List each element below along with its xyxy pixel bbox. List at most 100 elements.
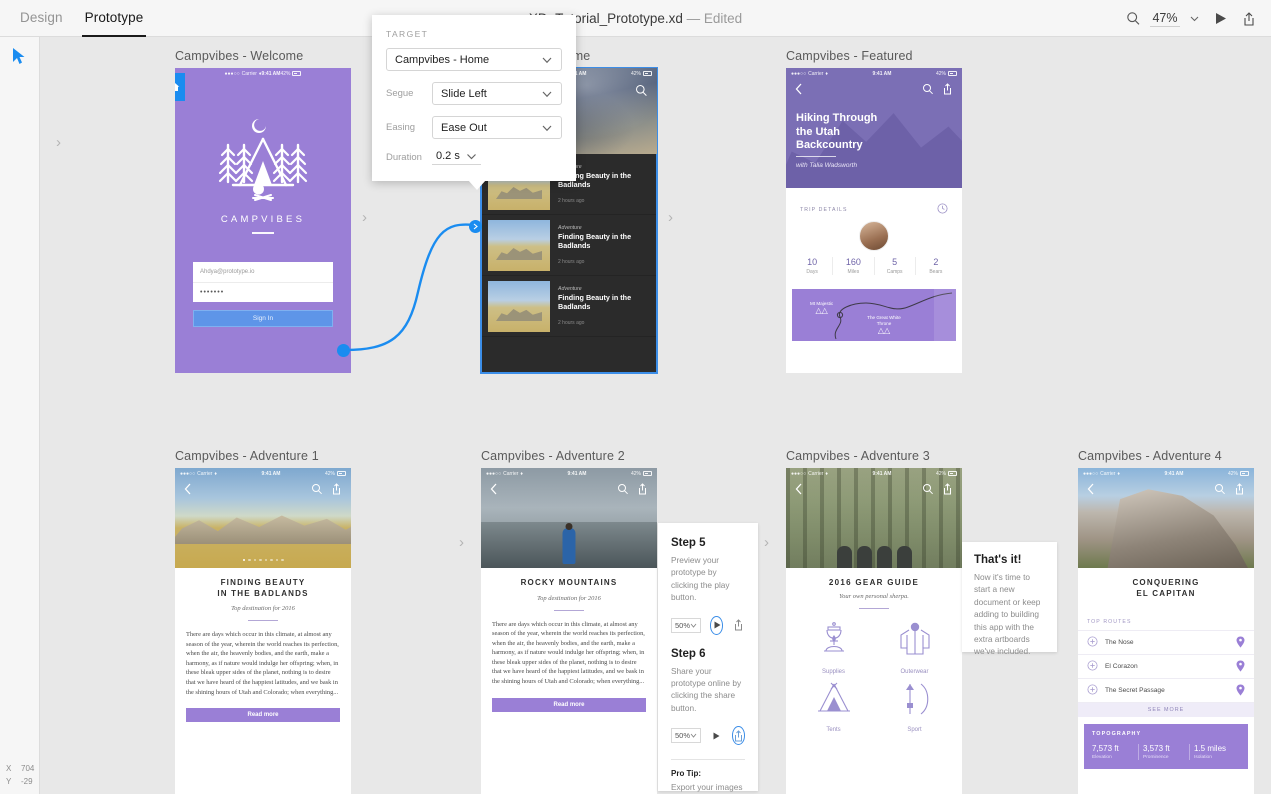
stat-camps: 5 Camps xyxy=(875,257,916,275)
share-icon[interactable] xyxy=(1241,11,1257,27)
chevron-down-icon xyxy=(542,57,552,63)
search-icon[interactable] xyxy=(635,84,648,102)
segue-select[interactable]: Slide Left xyxy=(432,82,562,105)
artboard-adventure-2[interactable]: Campvibes - Adventure 2 ●●●○○ Carrier ♦ … xyxy=(481,449,657,794)
back-chevron-icon[interactable] xyxy=(795,482,803,500)
target-select[interactable]: Campvibes - Home xyxy=(386,48,562,71)
see-more-button[interactable]: SEE MORE xyxy=(1078,702,1254,717)
coordinate-x-label: X xyxy=(6,764,12,773)
artboard-title-welcome[interactable]: Campvibes - Welcome xyxy=(175,49,351,63)
search-icon[interactable] xyxy=(922,82,934,100)
search-icon[interactable] xyxy=(1214,482,1226,500)
gear-item-tents[interactable]: Tents xyxy=(796,681,871,733)
status-battery: 42% xyxy=(631,71,652,77)
signin-button[interactable]: Sign In xyxy=(193,310,333,327)
artboard-title-adventure-3[interactable]: Campvibes - Adventure 3 xyxy=(786,449,962,463)
artboard-title-adventure-2[interactable]: Campvibes - Adventure 2 xyxy=(481,449,657,463)
back-chevron-icon[interactable] xyxy=(490,482,498,500)
search-icon[interactable] xyxy=(922,482,934,500)
share-icon[interactable] xyxy=(942,482,953,500)
tent-icon xyxy=(815,681,853,722)
signin-form[interactable]: Ahdya@prototype.io ••••••• xyxy=(193,262,333,302)
chevron-down-icon[interactable] xyxy=(1189,13,1200,24)
plus-circle-icon[interactable] xyxy=(1087,660,1098,673)
easing-select[interactable]: Ease Out xyxy=(432,116,562,139)
read-more-button[interactable]: Read more xyxy=(186,708,340,723)
play-icon[interactable] xyxy=(1213,11,1228,26)
adventure-1-screen[interactable]: ●●●○○ Carrier ♦ 9:41 AM 42% FINDING BEAU… xyxy=(175,468,351,794)
artboard-featured[interactable]: Campvibes - Featured ●●●○○ Carrier ♦ 9:4… xyxy=(786,49,962,373)
search-icon[interactable] xyxy=(311,482,323,500)
share-icon[interactable] xyxy=(732,616,745,635)
home-artboard-badge[interactable] xyxy=(175,73,185,101)
zoom-control[interactable]: 47% xyxy=(1126,11,1200,27)
artboard-adventure-1[interactable]: Campvibes - Adventure 1 ●●●○○ Carrier ♦ … xyxy=(175,449,351,794)
artboard-title-featured[interactable]: Campvibes - Featured xyxy=(786,49,962,63)
search-icon[interactable] xyxy=(1126,11,1141,26)
list-item[interactable]: El Corazon xyxy=(1078,654,1254,678)
prototype-interaction-popup[interactable]: TARGET Campvibes - Home Segue Slide Left… xyxy=(372,15,576,181)
segue-row: Segue Slide Left xyxy=(386,82,562,105)
list-item[interactable]: Adventure Finding Beauty in the Badlands… xyxy=(481,215,657,276)
adventure-2-screen[interactable]: ●●●○○ Carrier ♦ 9:41 AM 42% ROCKY MOUNTA… xyxy=(481,468,657,794)
read-more-button[interactable]: Read more xyxy=(492,697,646,712)
share-icon[interactable] xyxy=(331,482,342,500)
plus-circle-icon[interactable] xyxy=(1087,636,1098,649)
share-icon-highlight[interactable] xyxy=(731,726,745,746)
adventure-4-hero: ●●●○○ Carrier ♦ 9:41 AM 42% xyxy=(1078,468,1254,568)
artboard-adventure-3[interactable]: Campvibes - Adventure 3 ●●●○○ Carrier ♦ … xyxy=(786,449,962,794)
carousel-dots[interactable] xyxy=(175,558,351,561)
list-item[interactable]: Adventure Finding Beauty in the Badlands… xyxy=(481,276,657,337)
map-pin-icon[interactable] xyxy=(1236,684,1245,698)
gear-label: Sport xyxy=(907,727,922,733)
zoom-level-value[interactable]: 47% xyxy=(1150,11,1180,27)
artboard-canvas[interactable]: › › › › › Campvibes - Welcome ●●●○○ Carr… xyxy=(40,37,1271,794)
gear-item-sport[interactable]: Sport xyxy=(877,681,952,733)
adventure-4-screen[interactable]: ●●●○○ Carrier ♦ 9:41 AM 42% CONQUERING E… xyxy=(1078,468,1254,794)
plus-circle-icon[interactable] xyxy=(1087,684,1098,697)
adventure-3-screen[interactable]: ●●●○○ Carrier ♦ 9:41 AM 42% 2016 GEAR GU… xyxy=(786,468,962,794)
feed-thumbnail xyxy=(488,281,550,332)
step-5-heading: Step 5 xyxy=(671,537,706,549)
map-pin-icon[interactable] xyxy=(1236,636,1245,650)
email-field[interactable]: Ahdya@prototype.io xyxy=(193,262,333,282)
avatar xyxy=(859,221,889,251)
artboard-welcome[interactable]: Campvibes - Welcome ●●●○○ Carrier ♦ 9:41… xyxy=(175,49,351,373)
duration-label: Duration xyxy=(386,152,422,163)
featured-footer-card xyxy=(792,347,956,365)
play-icon-highlight[interactable] xyxy=(710,615,724,635)
share-icon[interactable] xyxy=(637,482,648,500)
topo-elevation: 7,573 ft Elevation xyxy=(1092,744,1139,760)
list-item[interactable]: The Nose xyxy=(1078,630,1254,654)
topography-label: TOPOGRAPHY xyxy=(1092,731,1142,737)
connector-target-handle[interactable] xyxy=(469,220,482,233)
zoom-select[interactable]: 50% xyxy=(671,728,702,744)
play-icon[interactable] xyxy=(710,726,723,745)
gear-item-outerwear[interactable]: Outerwear xyxy=(877,621,952,675)
zoom-select[interactable]: 50% xyxy=(671,617,702,633)
search-icon[interactable] xyxy=(617,482,629,500)
back-chevron-icon[interactable] xyxy=(1087,482,1095,500)
duration-select[interactable]: 0.2 s xyxy=(432,150,481,165)
connector-source-handle[interactable] xyxy=(337,344,350,357)
adventure-4-body: CONQUERING EL CAPITAN xyxy=(1078,568,1254,603)
status-carrier: ●●●○○ Carrier ♦ xyxy=(1083,470,1120,477)
welcome-screen[interactable]: ●●●○○ Carrier ♦ 9:41 AM 42% CAMPVIBES Ah… xyxy=(175,68,351,373)
share-icon[interactable] xyxy=(1234,482,1245,500)
list-item[interactable]: The Secret Passage xyxy=(1078,678,1254,702)
back-chevron-icon[interactable] xyxy=(795,82,803,100)
password-field[interactable]: ••••••• xyxy=(193,282,333,302)
trail-map[interactable]: Mt Majestic △△ The Great White Throne △△ xyxy=(792,289,956,341)
featured-screen[interactable]: ●●●○○ Carrier ♦ 9:41 AM 42% Hiking Throu… xyxy=(786,68,962,373)
tutorial-steps-note: Step 5 Preview your prototype by clickin… xyxy=(658,523,758,792)
topography-card: TOPOGRAPHY 7,573 ft Elevation 3,573 ft P… xyxy=(1084,724,1248,769)
select-arrow-tool-icon[interactable] xyxy=(12,47,27,70)
share-icon[interactable] xyxy=(942,82,953,100)
artboard-adventure-4[interactable]: Campvibes - Adventure 4 ●●●○○ Carrier ♦ … xyxy=(1078,449,1254,794)
map-pin-icon[interactable] xyxy=(1236,660,1245,674)
gear-item-supplies[interactable]: Supplies xyxy=(796,621,871,675)
artboard-title-adventure-4[interactable]: Campvibes - Adventure 4 xyxy=(1078,449,1254,463)
back-chevron-icon[interactable] xyxy=(184,482,192,500)
home-feed-list[interactable]: Adventure Finding Beauty in the Badlands… xyxy=(481,154,657,373)
artboard-title-adventure-1[interactable]: Campvibes - Adventure 1 xyxy=(175,449,351,463)
